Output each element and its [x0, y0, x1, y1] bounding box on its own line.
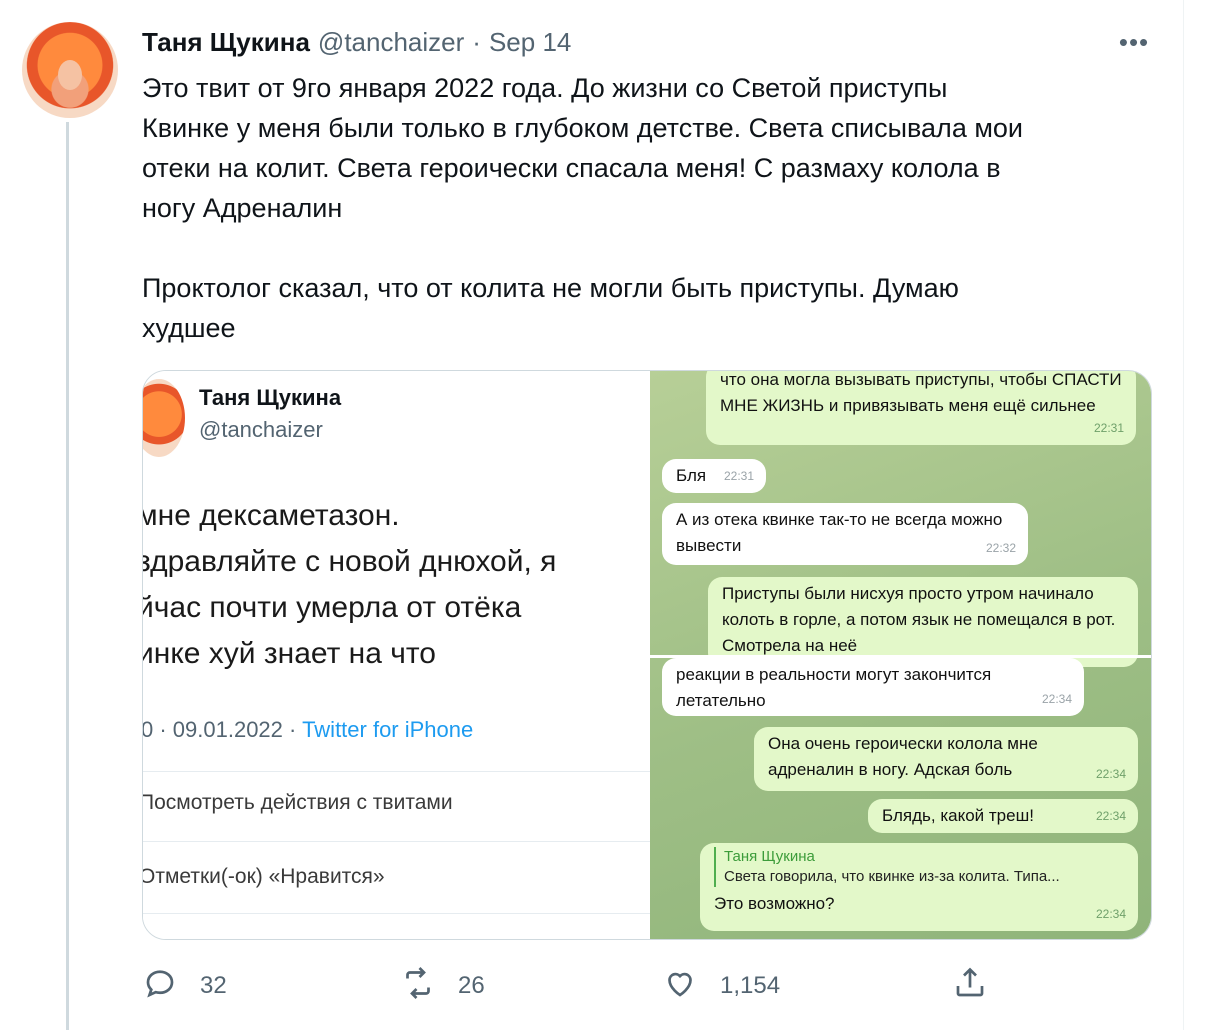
tweet-header: Таня Щукина @tanchaizer · Sep 14 — [142, 26, 571, 58]
tweet-text-line: ногу Адреналин — [142, 193, 343, 223]
tweet-actions: 32 26 1,154 — [142, 964, 1002, 1008]
separator-dot: · — [472, 26, 481, 57]
reply-count: 32 — [200, 972, 227, 999]
inner-tweet-text: мне дексаметазон. здравляйте с новой дню… — [143, 493, 650, 677]
inner-text-line: мне дексаметазон. — [143, 499, 400, 532]
message-text: Блядь, какой треш! — [882, 806, 1034, 825]
reply-quote: Таня Щукина Света говорила, что квинке и… — [714, 847, 1124, 887]
inner-author-name: Таня Щукина — [199, 385, 342, 410]
reply-author: Таня Щукина — [724, 848, 815, 865]
message-time: 22:31 — [1093, 421, 1124, 435]
inner-avatar — [143, 379, 185, 457]
retweet-count: 26 — [458, 972, 485, 999]
tweet-text-line: Квинке у меня были только в глубоком дет… — [142, 113, 1023, 143]
message-time: 22:34 — [1095, 907, 1126, 921]
chat-message-reply: Таня Щукина Света говорила, что квинке и… — [700, 843, 1138, 931]
chat-message: Бля 22:31 — [662, 459, 766, 493]
message-text: что она могла вызывать приступы, чтобы С… — [720, 371, 1122, 415]
inner-meta-source: Twitter for iPhone — [302, 717, 474, 742]
divider — [143, 771, 650, 772]
inner-action-likes: Отметки(-ок) «Нравится» — [143, 865, 385, 888]
message-text: А из отека квинке так-то не всегда можно… — [676, 510, 1003, 555]
share-button[interactable] — [952, 964, 988, 1008]
tweet-text-line: худшее — [142, 313, 236, 343]
inner-action-view: Посмотреть действия с твитами — [143, 791, 453, 814]
message-text: реакции в реальности могут закончится ле… — [676, 665, 992, 710]
heart-icon — [662, 965, 698, 1008]
message-time: 22:34 — [1095, 809, 1126, 823]
message-text: Это возможно? — [714, 894, 835, 913]
tweet-text: Это твит от 9го января 2022 года. До жиз… — [142, 68, 1162, 348]
like-count: 1,154 — [720, 972, 781, 999]
reply-icon — [142, 965, 178, 1008]
inner-text-line: инке хуй знает на что — [143, 637, 436, 670]
inner-meta: 0 · 09.01.2022 · Twitter for iPhone — [143, 717, 473, 743]
divider — [143, 913, 650, 914]
chat-message: А из отека квинке так-то не всегда можно… — [662, 503, 1028, 565]
inner-author-handle: @tanchaizer — [199, 417, 323, 442]
like-button[interactable]: 1,154 — [662, 964, 780, 1008]
share-icon — [952, 965, 988, 1008]
chat-message: что она могла вызывать приступы, чтобы С… — [706, 371, 1136, 445]
message-time: 22:32 — [985, 541, 1016, 555]
message-time: 22:34 — [1095, 767, 1126, 781]
media-screenshot-tweet[interactable]: Таня Щукина @tanchaizer мне дексаметазон… — [143, 371, 650, 939]
avatar[interactable] — [22, 22, 118, 118]
chat-message: реакции в реальности могут закончится ле… — [662, 658, 1084, 716]
message-text: Бля — [676, 466, 707, 485]
author-name[interactable]: Таня Щукина — [142, 27, 310, 58]
timeline-border — [1183, 0, 1184, 1030]
chat-message: Блядь, какой треш! 22:34 — [868, 799, 1138, 833]
retweet-icon — [400, 965, 436, 1008]
inner-text-line: йчас почти умерла от отёка — [143, 591, 522, 624]
reply-button[interactable]: 32 — [142, 964, 227, 1008]
media-screenshot-chat[interactable]: что она могла вызывать приступы, чтобы С… — [650, 371, 1151, 939]
inner-meta-time: 0 · 09.01.2022 · — [143, 717, 297, 742]
tweet-text-line: отеки на колит. Света героически спасала… — [142, 153, 1001, 183]
inner-text-line: здравляйте с новой днюхой, я — [143, 545, 557, 578]
chat-message: Она очень героически колола мне адренали… — [754, 727, 1138, 791]
retweet-button[interactable]: 26 — [400, 964, 485, 1008]
reply-text: Света говорила, что квинке из-за колита.… — [724, 868, 1060, 885]
chat-message: Приступы были нисхуя просто утром начина… — [708, 577, 1138, 667]
tweet-date[interactable]: Sep 14 — [489, 27, 571, 58]
message-text: Приступы были нисхуя просто утром начина… — [722, 584, 1116, 655]
more-icon[interactable]: ••• — [1114, 29, 1154, 55]
message-time: 22:34 — [1041, 692, 1072, 706]
tweet-text-line: Проктолог сказал, что от колита не могли… — [142, 273, 959, 303]
thread-line — [66, 122, 69, 1030]
message-time: 22:31 — [723, 469, 754, 483]
author-handle[interactable]: @tanchaizer — [318, 27, 464, 58]
tweet-text-line: Это твит от 9го января 2022 года. До жиз… — [142, 73, 948, 103]
tweet-media[interactable]: Таня Щукина @tanchaizer мне дексаметазон… — [142, 370, 1152, 940]
message-text: Она очень героически колола мне адренали… — [768, 734, 1038, 779]
divider — [143, 841, 650, 842]
